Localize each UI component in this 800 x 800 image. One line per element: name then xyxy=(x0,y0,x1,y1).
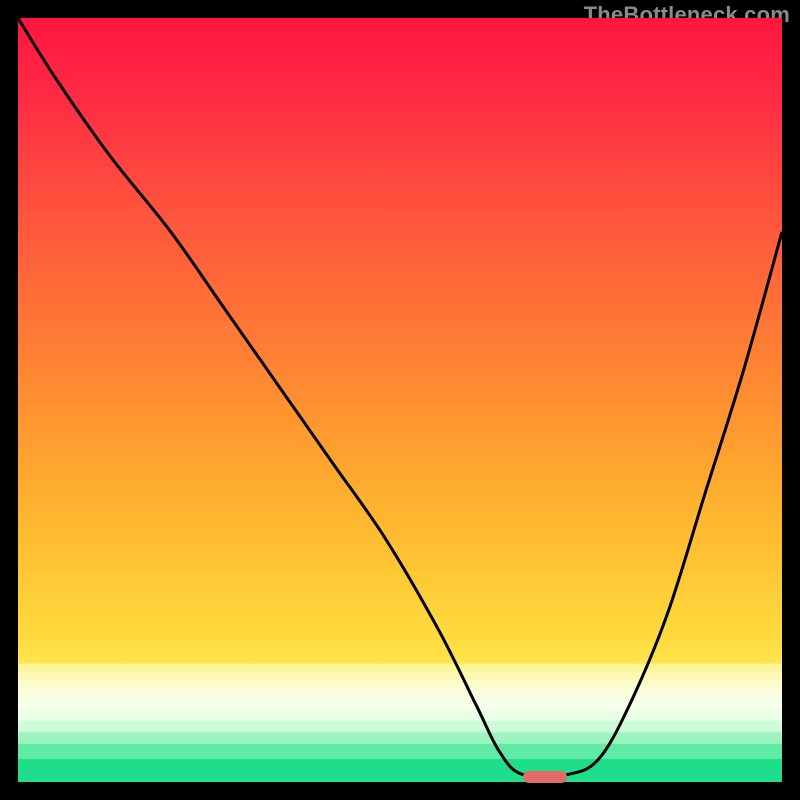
chart-lower-bands xyxy=(18,664,782,782)
optimal-marker xyxy=(523,771,567,783)
chart-plot xyxy=(18,18,782,782)
chart-stage: TheBottleneck.com xyxy=(0,0,800,800)
